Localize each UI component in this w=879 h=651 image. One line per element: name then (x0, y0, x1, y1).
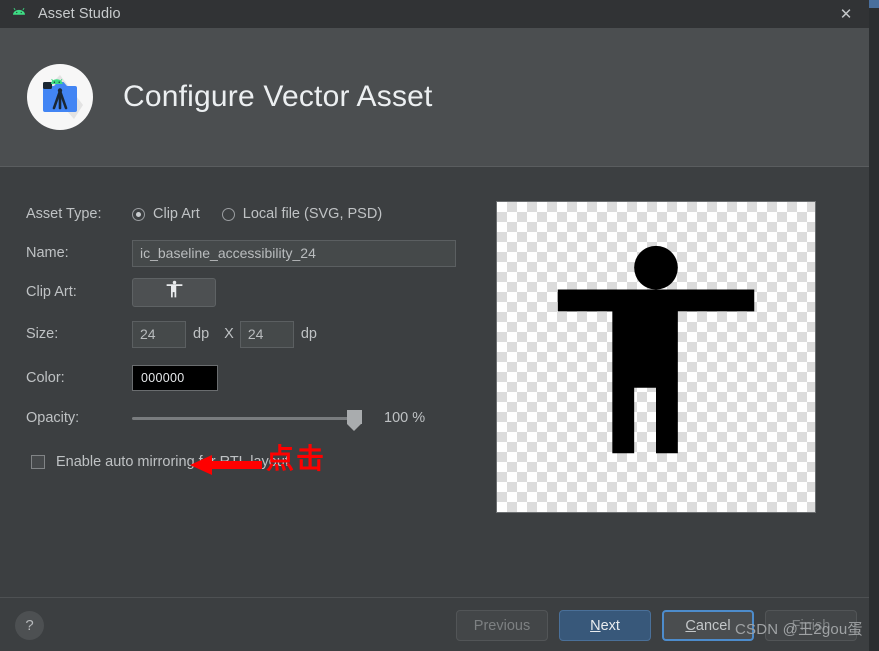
size-width-input[interactable]: 24 (132, 320, 186, 348)
name-label: Name: (26, 245, 69, 261)
opacity-label: Opacity: (26, 410, 80, 426)
asset-type-row: Asset Type: Clip Art Local file (SVG, PS… (26, 201, 404, 227)
asset-studio-window: Asset Studio ✕ Configure Vector Asset As… (0, 0, 869, 651)
color-row: Color: 000000 (26, 365, 218, 391)
color-swatch-button[interactable]: 000000 (132, 365, 218, 391)
radio-local-file[interactable]: Local file (SVG, PSD) (221, 206, 383, 222)
clip-art-picker-button[interactable] (132, 277, 216, 307)
android-studio-asset-icon (25, 62, 95, 132)
color-label: Color: (26, 370, 65, 386)
help-button[interactable]: ? (15, 611, 44, 640)
asset-preview-panel (496, 201, 816, 513)
close-icon[interactable]: ✕ (823, 0, 869, 28)
left-arrow-icon (190, 455, 262, 475)
size-height-unit: dp (300, 326, 317, 342)
dialog-content: Asset Type: Clip Art Local file (SVG, PS… (0, 168, 869, 597)
radio-clip-art[interactable]: Clip Art (132, 206, 200, 222)
radio-local-file-label: Local file (SVG, PSD) (242, 206, 383, 222)
rtl-mirroring-checkbox[interactable] (31, 455, 45, 469)
page-title: Configure Vector Asset (123, 80, 433, 113)
radio-clip-art-indicator (132, 207, 145, 221)
desktop-background-strip (869, 0, 879, 651)
watermark-text: CSDN @王2gou蛋 (735, 621, 863, 638)
radio-clip-art-label: Clip Art (153, 206, 200, 222)
size-label: Size: (26, 326, 59, 342)
opacity-slider-thumb[interactable] (347, 410, 362, 431)
opacity-slider-track (132, 417, 360, 420)
background-tab-indicator (869, 0, 879, 8)
previous-button[interactable]: Previous (456, 610, 548, 641)
size-height-input[interactable]: 24 (239, 320, 294, 348)
window-title: Asset Studio (38, 6, 121, 22)
accessibility-icon (164, 279, 185, 305)
clip-art-row: Clip Art: (26, 277, 216, 307)
size-separator: X (224, 326, 234, 342)
size-row: Size: 24 dp X 24 dp (26, 320, 324, 348)
opacity-slider[interactable] (132, 407, 362, 431)
name-input[interactable]: ic_baseline_accessibility_24 (132, 239, 456, 267)
next-button[interactable]: Next (559, 610, 651, 641)
android-robot-icon (10, 5, 28, 23)
name-row: Name: ic_baseline_accessibility_24 (26, 239, 456, 267)
opacity-value: 100 % (384, 410, 426, 426)
asset-type-label: Asset Type: (26, 206, 102, 222)
accessibility-icon (525, 224, 787, 491)
radio-local-file-indicator (221, 207, 235, 221)
annotation-text: 点击 (266, 443, 327, 474)
clip-art-label: Clip Art: (26, 284, 77, 300)
window-titlebar: Asset Studio ✕ (0, 0, 869, 28)
opacity-row: Opacity: 100 % (26, 405, 425, 431)
size-width-unit: dp (193, 326, 210, 342)
dialog-header-banner: Configure Vector Asset (0, 28, 869, 167)
